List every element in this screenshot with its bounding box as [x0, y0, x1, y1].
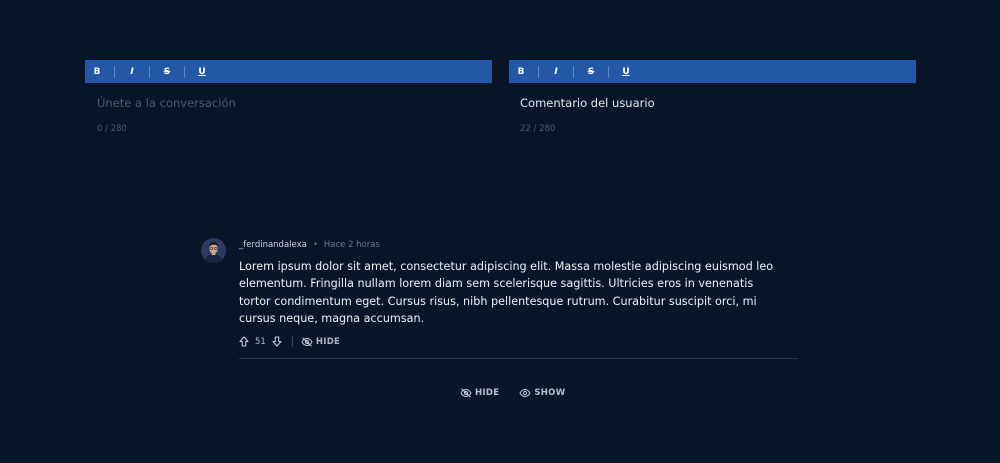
actions-divider [291, 336, 293, 348]
downvote-button[interactable] [272, 336, 282, 347]
comment-timestamp: Hace 2 horas [323, 240, 380, 250]
comment-text: Lorem ipsum dolor sit amet, consectetur … [239, 260, 774, 325]
eye-off-icon [301, 337, 313, 347]
hide-comment-button[interactable]: HIDE [301, 337, 340, 347]
comment-body: _ferdinandalexa • Hace 2 horas Lorem ips… [239, 238, 799, 348]
eye-icon [519, 388, 531, 398]
toolbar-divider [184, 65, 185, 78]
avatar[interactable] [201, 238, 226, 263]
toolbar-divider [149, 65, 150, 78]
strikethrough-button[interactable]: S [159, 64, 175, 80]
upvote-button[interactable] [239, 336, 249, 347]
show-label: SHOW [534, 388, 566, 398]
thread-actions: HIDE SHOW [460, 388, 585, 398]
comment-editor-empty: B I S U Únete a la conversación 0 / 280 [85, 60, 492, 134]
hide-all-button[interactable]: HIDE [460, 388, 499, 398]
comment-actions: 51 HIDE [239, 336, 799, 348]
italic-button[interactable]: I [124, 64, 140, 80]
comment-divider [239, 358, 798, 359]
vote-count: 51 [255, 336, 266, 347]
comment-input[interactable]: Comentario del usuario [520, 96, 916, 110]
arrow-down-icon [272, 336, 282, 347]
arrow-up-icon [239, 336, 249, 347]
underline-button[interactable]: U [618, 64, 634, 80]
toolbar-divider [538, 65, 539, 78]
bold-button[interactable]: B [513, 64, 529, 80]
character-counter: 0 / 280 [97, 124, 127, 134]
bold-button[interactable]: B [89, 64, 105, 80]
hide-label: HIDE [475, 388, 500, 398]
comment-meta: _ferdinandalexa • Hace 2 horas [239, 238, 799, 252]
italic-button[interactable]: I [548, 64, 564, 80]
strikethrough-button[interactable]: S [583, 64, 599, 80]
formatting-toolbar: B I S U [509, 60, 916, 83]
character-counter: 22 / 280 [520, 124, 556, 134]
underline-button[interactable]: U [194, 64, 210, 80]
toolbar-divider [114, 65, 115, 78]
comment-editor-filled: B I S U Comentario del usuario 22 / 280 [509, 60, 916, 134]
comment-username[interactable]: _ferdinandalexa [239, 238, 307, 252]
toolbar-divider [573, 65, 574, 78]
meta-separator: • [312, 240, 318, 250]
comment-input[interactable]: Únete a la conversación [97, 96, 492, 110]
toolbar-divider [608, 65, 609, 78]
hide-label: HIDE [315, 336, 341, 347]
formatting-toolbar: B I S U [85, 60, 492, 83]
show-all-button[interactable]: SHOW [519, 388, 565, 398]
eye-off-icon [460, 388, 472, 398]
avatar-image [201, 238, 226, 263]
